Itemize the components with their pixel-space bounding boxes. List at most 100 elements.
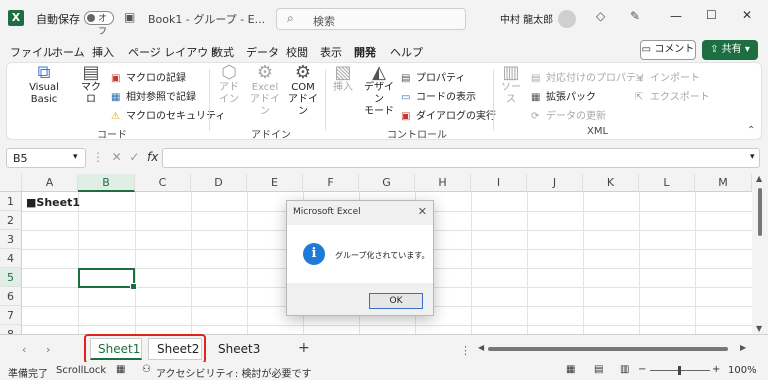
column-header-a[interactable]: A [22, 174, 78, 192]
status-accessibility[interactable]: アクセシビリティ: 検討が必要です [156, 365, 311, 380]
row-header-7[interactable]: 7 [0, 306, 22, 325]
column-header-g[interactable]: G [359, 174, 415, 192]
com-addins-button[interactable]: ⚙ COM アドイン [285, 64, 321, 118]
page-break-view-icon[interactable]: ▥ [620, 364, 629, 375]
menu-insert[interactable]: 挿入 [92, 44, 114, 60]
expand-formula-icon[interactable]: ▾ [750, 152, 755, 162]
dialog-close-button[interactable]: ✕ [418, 205, 427, 218]
minimize-button[interactable]: — [670, 9, 682, 23]
insert-control-button[interactable]: ▧ 挿入 [329, 64, 357, 94]
row-header-3[interactable]: 3 [0, 230, 22, 249]
column-header-h[interactable]: H [415, 174, 471, 192]
relative-reference-button[interactable]: ▦ 相対参照で記録 [111, 88, 196, 103]
record-macro-button[interactable]: ▣ マクロの記録 [111, 69, 186, 84]
user-name[interactable]: 中村 龍太郎 [500, 11, 553, 26]
scroll-down-icon[interactable]: ▼ [756, 324, 762, 333]
scroll-left-icon[interactable]: ◀ [478, 343, 484, 352]
excel-addins-button[interactable]: ⚙ Excel アドイン [247, 64, 283, 118]
column-header-f[interactable]: F [303, 174, 359, 192]
document-title[interactable]: Book1 - グループ - E... [148, 11, 265, 27]
column-header-b[interactable]: B [78, 174, 135, 192]
vertical-scroll-thumb[interactable] [758, 188, 762, 236]
xml-source-label: ソース [501, 82, 521, 105]
column-header-l[interactable]: L [639, 174, 695, 192]
vertical-scrollbar[interactable]: ▲ ▼ [752, 174, 768, 334]
sheet-tab-sheet2[interactable]: Sheet2 [157, 342, 199, 356]
ok-button[interactable]: OK [369, 293, 423, 309]
diamond-icon[interactable]: ◇ [596, 9, 605, 23]
share-button[interactable]: ⇪ 共有 ▾ [702, 40, 758, 60]
row-header-5[interactable]: 5 [0, 268, 22, 287]
more-options-icon[interactable]: ⋮ [460, 344, 471, 357]
pen-icon[interactable]: ✎ [630, 9, 640, 23]
page-layout-view-icon[interactable]: ▤ [594, 364, 603, 375]
menu-help[interactable]: ヘルプ [390, 44, 423, 60]
zoom-out-icon[interactable]: − [638, 364, 646, 375]
addins-button[interactable]: ⬡ アド イン [215, 64, 243, 106]
zoom-level[interactable]: 100% [728, 365, 757, 376]
xml-source-button[interactable]: ▥ ソース [497, 64, 525, 106]
cell-a1[interactable]: ■Sheet1 [26, 196, 80, 209]
column-header-m[interactable]: M [695, 174, 752, 192]
column-header-i[interactable]: I [471, 174, 527, 192]
save-icon[interactable]: ▣ [124, 10, 135, 24]
refresh-data-button[interactable]: ⟳ データの更新 [531, 107, 606, 122]
map-properties-button[interactable]: ▤ 対応付けのプロパティ [531, 69, 645, 84]
normal-view-icon[interactable]: ▦ [566, 364, 575, 375]
menu-file[interactable]: ファイル [10, 44, 54, 60]
row-header-2[interactable]: 2 [0, 211, 22, 230]
menu-data[interactable]: データ [246, 44, 279, 60]
cancel-icon[interactable]: ✕ [112, 150, 122, 164]
column-header-k[interactable]: K [583, 174, 639, 192]
column-header-d[interactable]: D [191, 174, 247, 192]
name-box[interactable]: B5 ▾ [6, 148, 86, 168]
menu-view[interactable]: 表示 [320, 44, 342, 60]
menu-home[interactable]: ホーム [52, 44, 85, 60]
menu-developer[interactable]: 開発 [354, 44, 376, 65]
maximize-button[interactable]: ☐ [706, 8, 717, 22]
expansion-packs-button[interactable]: ▦ 拡張パック [531, 88, 596, 103]
column-header-j[interactable]: J [527, 174, 583, 192]
selected-cell-b5[interactable] [78, 268, 137, 290]
scroll-right-icon[interactable]: ▶ [740, 343, 746, 352]
menu-page-layout[interactable]: ページ レイアウト [128, 44, 219, 60]
formula-input[interactable] [162, 148, 760, 168]
horizontal-scroll-thumb[interactable] [488, 347, 728, 351]
select-all-corner[interactable] [0, 174, 22, 192]
menu-formulas[interactable]: 数式 [212, 44, 234, 60]
export-button[interactable]: ⇱ エクスポート [635, 88, 710, 103]
scroll-tabs-left-icon[interactable]: ‹ [22, 343, 26, 356]
design-mode-button[interactable]: ◭ デザイン モード [361, 64, 397, 118]
zoom-slider-handle[interactable] [678, 366, 681, 375]
close-button[interactable]: ✕ [742, 8, 752, 22]
visual-basic-button[interactable]: ⧉ Visual Basic [15, 64, 73, 106]
accessibility-icon[interactable]: ⚇ [142, 364, 151, 375]
row-header-1[interactable]: 1 [0, 192, 22, 211]
autosave-toggle[interactable]: オフ [84, 11, 114, 37]
run-dialog-button[interactable]: ▣ ダイアログの実行 [401, 107, 496, 122]
column-header-e[interactable]: E [247, 174, 303, 192]
add-sheet-button[interactable]: + [298, 340, 310, 356]
zoom-in-icon[interactable]: + [712, 364, 720, 375]
import-button[interactable]: ⇲ インポート [635, 69, 700, 84]
scroll-tabs-right-icon[interactable]: › [46, 343, 50, 356]
horizontal-scrollbar[interactable]: ◀ ▶ [478, 343, 750, 354]
sheet-tab-sheet3[interactable]: Sheet3 [218, 342, 260, 356]
row-header-6[interactable]: 6 [0, 287, 22, 306]
column-header-c[interactable]: C [135, 174, 191, 192]
insert-function-icon[interactable]: fx [147, 150, 158, 164]
comment-button[interactable]: ▭ コメント [640, 40, 696, 60]
search-box[interactable]: ⌕ 検索 [276, 8, 466, 30]
properties-button[interactable]: ▤ プロパティ [401, 69, 465, 84]
check-icon[interactable]: ✓ [129, 150, 139, 164]
view-code-button[interactable]: ▭ コードの表示 [401, 88, 476, 103]
row-header-8[interactable]: 8 [0, 325, 22, 334]
macro-record-icon[interactable]: ▦ [116, 364, 125, 375]
avatar[interactable] [558, 10, 576, 28]
collapse-ribbon-icon[interactable]: ⌃ [747, 125, 755, 136]
sheet-tab-sheet1[interactable]: Sheet1 [98, 342, 140, 356]
row-header-4[interactable]: 4 [0, 249, 22, 268]
menu-review[interactable]: 校閲 [286, 44, 308, 60]
macro-button[interactable]: ▤ マクロ [77, 64, 105, 106]
scroll-up-icon[interactable]: ▲ [756, 174, 762, 183]
